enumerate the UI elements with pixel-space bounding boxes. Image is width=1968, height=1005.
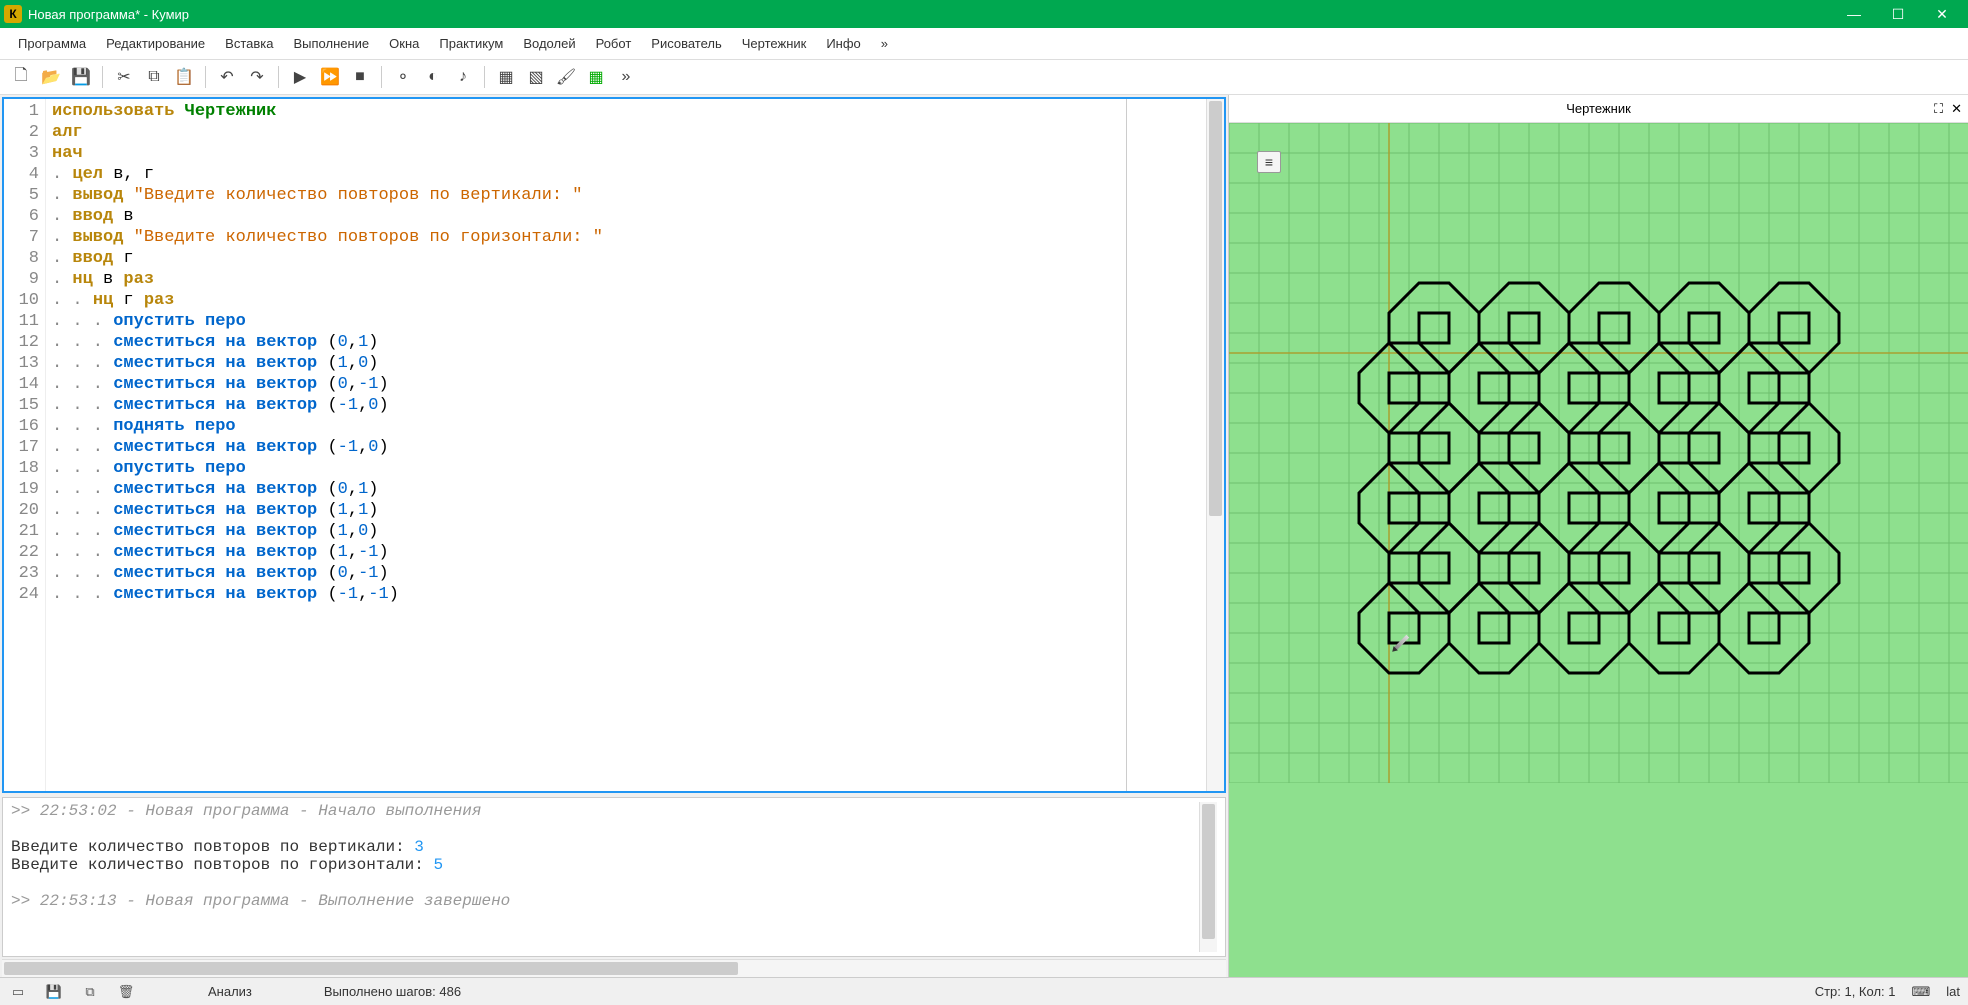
minimize-button[interactable]: — xyxy=(1832,0,1876,28)
code-line[interactable]: . . . сместиться на вектор (1,0) xyxy=(52,521,1120,542)
menu-редактирование[interactable]: Редактирование xyxy=(96,32,215,55)
status-save-icon[interactable]: 💾 xyxy=(44,982,64,1002)
code-line[interactable]: . . . поднять перо xyxy=(52,416,1120,437)
toolbar: 🗋 📂 💾 ✂ ⧉ 📋 ↶ ↷ ▶ ⏩ ■ ⚬ ◐ ♪ ▦ ▧ 🖌 ▦ » xyxy=(0,60,1968,95)
code-line[interactable]: . . . сместиться на вектор (1,-1) xyxy=(52,542,1120,563)
console-scrollbar[interactable] xyxy=(1199,802,1217,952)
panel-close-icon[interactable]: ✕ xyxy=(1951,101,1962,117)
menu-практикум[interactable]: Практикум xyxy=(429,32,513,55)
brush-icon[interactable]: 🖌 xyxy=(553,64,579,90)
drawing-canvas[interactable] xyxy=(1229,123,1968,977)
status-cursor-pos: Стр: 1, Кол: 1 xyxy=(1815,984,1896,999)
menu-программа[interactable]: Программа xyxy=(8,32,96,55)
save-file-icon[interactable]: 💾 xyxy=(68,64,94,90)
status-icon-1[interactable]: ▭ xyxy=(8,982,28,1002)
menu-инфо[interactable]: Инфо xyxy=(816,32,870,55)
status-keyboard-icon[interactable]: ⌨ xyxy=(1912,984,1931,1000)
code-line[interactable]: . . . сместиться на вектор (0,1) xyxy=(52,479,1120,500)
step-icon[interactable]: ⏩ xyxy=(317,64,343,90)
status-delete-icon[interactable]: 🗑 xyxy=(116,982,136,1002)
code-line[interactable]: . . . сместиться на вектор (0,1) xyxy=(52,332,1120,353)
canvas-menu-icon[interactable] xyxy=(1257,151,1281,173)
drawer-title: Чертежник xyxy=(1566,101,1631,116)
code-line[interactable]: . . . сместиться на вектор (0,-1) xyxy=(52,563,1120,584)
code-line[interactable]: . . . сместиться на вектор (1,0) xyxy=(52,353,1120,374)
status-analysis: Анализ xyxy=(208,984,252,999)
console-input-2: 5 xyxy=(433,856,443,874)
paste-icon[interactable]: 📋 xyxy=(171,64,197,90)
menubar: ПрограммаРедактированиеВставкаВыполнение… xyxy=(0,28,1968,60)
run-icon[interactable]: ▶ xyxy=(287,64,313,90)
tool-3-icon[interactable]: ♪ xyxy=(450,64,476,90)
status-lang[interactable]: lat xyxy=(1946,984,1960,999)
app-icon: К xyxy=(4,5,22,23)
tool-1-icon[interactable]: ⚬ xyxy=(390,64,416,90)
redo-icon[interactable]: ↷ xyxy=(244,64,270,90)
code-line[interactable]: . цел в, г xyxy=(52,164,1120,185)
new-file-icon[interactable]: 🗋 xyxy=(8,64,34,90)
menu-выполнение[interactable]: Выполнение xyxy=(283,32,379,55)
statusbar: ▭ 💾 ⧉ 🗑 Анализ Выполнено шагов: 486 Стр:… xyxy=(0,977,1968,1005)
grid-2-icon[interactable]: ▧ xyxy=(523,64,549,90)
code-line[interactable]: алг xyxy=(52,122,1120,143)
grid-1-icon[interactable]: ▦ xyxy=(493,64,519,90)
code-line[interactable]: . . . опустить перо xyxy=(52,458,1120,479)
code-line[interactable]: . . . сместиться на вектор (1,1) xyxy=(52,500,1120,521)
code-line[interactable]: . . . сместиться на вектор (-1,-1) xyxy=(52,584,1120,605)
console[interactable]: >> 22:53:02 - Новая программа - Начало в… xyxy=(2,797,1226,957)
code-line[interactable]: . вывод "Введите количество повторов по … xyxy=(52,227,1120,248)
titlebar: К Новая программа* - Кумир — ☐ ✕ xyxy=(0,0,1968,28)
maximize-button[interactable]: ☐ xyxy=(1876,0,1920,28)
console-prompt-2: Введите количество повторов по горизонта… xyxy=(11,856,433,874)
console-log-end: >> 22:53:13 - Новая программа - Выполнен… xyxy=(11,892,1199,910)
console-prompt-1: Введите количество повторов по вертикали… xyxy=(11,838,414,856)
grid-green-icon[interactable]: ▦ xyxy=(583,64,609,90)
menu-вставка[interactable]: Вставка xyxy=(215,32,283,55)
undo-icon[interactable]: ↶ xyxy=(214,64,240,90)
code-line[interactable]: . . . опустить перо xyxy=(52,311,1120,332)
code-line[interactable]: . . . сместиться на вектор (-1,0) xyxy=(52,437,1120,458)
window-title: Новая программа* - Кумир xyxy=(28,7,1832,22)
code-line[interactable]: . вывод "Введите количество повторов по … xyxy=(52,185,1120,206)
more-icon[interactable]: » xyxy=(613,64,639,90)
drawer-panel-header: Чертежник ⛶ ✕ xyxy=(1229,95,1968,123)
tool-2-icon[interactable]: ◐ xyxy=(420,64,446,90)
panel-maximize-icon[interactable]: ⛶ xyxy=(1934,101,1943,117)
console-input-1: 3 xyxy=(414,838,424,856)
status-copy-icon[interactable]: ⧉ xyxy=(80,982,100,1002)
menu-робот[interactable]: Робот xyxy=(586,32,642,55)
code-line[interactable]: . . нц г раз xyxy=(52,290,1120,311)
menu-водолей[interactable]: Водолей xyxy=(513,32,585,55)
stop-icon[interactable]: ■ xyxy=(347,64,373,90)
menu-чертежник[interactable]: Чертежник xyxy=(732,32,817,55)
code-line[interactable]: . ввод г xyxy=(52,248,1120,269)
menu-»[interactable]: » xyxy=(871,32,898,55)
status-steps: Выполнено шагов: 486 xyxy=(324,984,461,999)
open-file-icon[interactable]: 📂 xyxy=(38,64,64,90)
code-line[interactable]: . нц в раз xyxy=(52,269,1120,290)
code-line[interactable]: нач xyxy=(52,143,1120,164)
code-line[interactable]: . ввод в xyxy=(52,206,1120,227)
menu-окна[interactable]: Окна xyxy=(379,32,429,55)
code-line[interactable]: . . . сместиться на вектор (-1,0) xyxy=(52,395,1120,416)
editor-scrollbar[interactable] xyxy=(1206,99,1224,791)
code-line[interactable]: . . . сместиться на вектор (0,-1) xyxy=(52,374,1120,395)
code-editor[interactable]: 123456789101112131415161718192021222324 … xyxy=(2,97,1226,793)
menu-рисователь[interactable]: Рисователь xyxy=(641,32,731,55)
code-line[interactable]: использовать Чертежник xyxy=(52,101,1120,122)
horizontal-scrollbar[interactable] xyxy=(2,959,1226,977)
cut-icon[interactable]: ✂ xyxy=(111,64,137,90)
console-log-start: >> 22:53:02 - Новая программа - Начало в… xyxy=(11,802,1199,820)
copy-icon[interactable]: ⧉ xyxy=(141,64,167,90)
close-button[interactable]: ✕ xyxy=(1920,0,1964,28)
